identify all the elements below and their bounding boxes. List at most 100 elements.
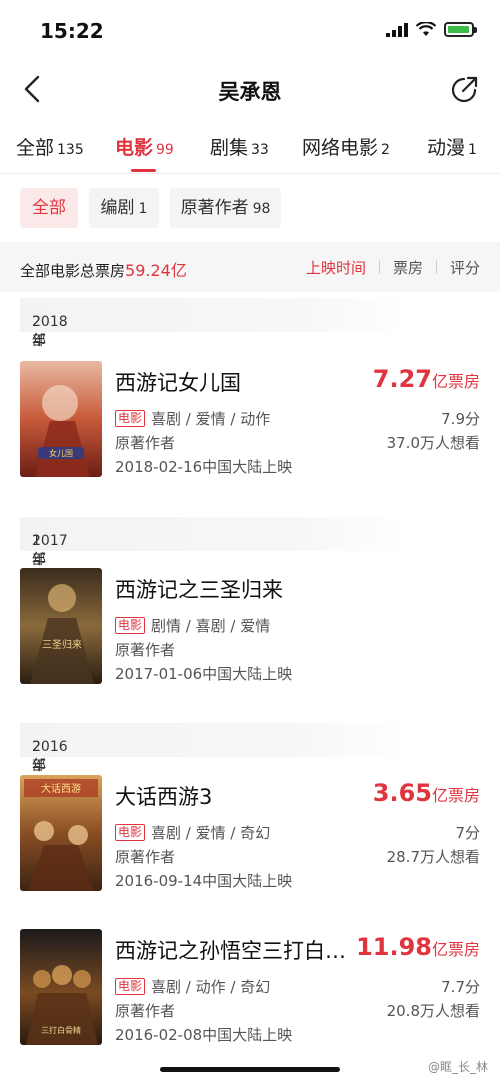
box-office-value: 7.27 (372, 365, 432, 393)
chip-count: 98 (252, 201, 271, 217)
year-count: 2部 (32, 739, 46, 774)
movie-release: 2018-02-16中国大陆上映 (115, 458, 293, 476)
tab-movies[interactable]: 电影 99 (115, 133, 174, 160)
role-filter-chips: 全部 编剧 1 原著作者 98 (0, 188, 500, 228)
movie-title: 大话西游3 (115, 785, 213, 809)
box-office: 7.27亿票房 (373, 365, 480, 393)
chip-label: 全部 (32, 198, 66, 218)
movie-poster: 三圣归来 (20, 568, 102, 684)
summary-total: 59.24亿 (125, 261, 187, 280)
movie-title: 西游记之孙悟空三打白… (115, 939, 346, 963)
sort-by-box-office[interactable]: 票房 (393, 257, 423, 278)
movie-role: 原著作者 (115, 848, 176, 866)
movie-role: 原著作者 (115, 1002, 176, 1020)
movie-poster: 女儿国 (20, 361, 102, 477)
tab-count: 33 (251, 142, 269, 158)
tab-label: 网络电影 (302, 137, 379, 159)
movie-wants: 28.7万人想看 (386, 848, 480, 866)
movie-wants: 37.0万人想看 (386, 434, 480, 452)
tab-series[interactable]: 剧集 33 (210, 133, 269, 160)
tab-web-movies[interactable]: 网络电影 2 (302, 133, 390, 160)
movie-rating: 7.7分 (441, 978, 480, 996)
status-time: 15:22 (40, 19, 104, 43)
film-badge: 电影 (115, 824, 146, 841)
year-count: 2部 (32, 314, 46, 349)
sort-divider (436, 260, 437, 274)
film-badge: 电影 (115, 410, 146, 427)
movie-role: 原著作者 (115, 434, 176, 452)
nav-bar: 吴承恩 (0, 62, 500, 118)
movie-poster: 三打白骨精 (20, 929, 102, 1045)
category-tabs: 全部 135 电影 99 剧集 33 网络电影 2 动漫 1 (0, 118, 500, 174)
tag-line: 电影 喜剧 / 爱情 / 奇幻 (115, 822, 270, 843)
tab-label: 动漫 (427, 137, 466, 159)
year-header-2018: 2018年 2部 (20, 298, 410, 349)
year-count: 1部 (32, 533, 46, 568)
movie-poster: 大话西游 (20, 775, 102, 891)
status-icons (386, 22, 477, 37)
tag-line: 电影 喜剧 / 爱情 / 动作 (115, 408, 270, 429)
tab-count: 99 (156, 142, 174, 158)
movie-role: 原著作者 (115, 641, 176, 659)
tab-count: 1 (468, 142, 477, 158)
movie-genres: 喜剧 / 爱情 / 奇幻 (151, 824, 271, 842)
tab-label: 剧集 (210, 137, 249, 159)
movie-wants: 20.8万人想看 (386, 1002, 480, 1020)
wifi-icon (416, 22, 436, 36)
share-icon[interactable] (450, 74, 480, 104)
page-title: 吴承恩 (218, 80, 282, 104)
box-office-unit: 亿票房 (431, 940, 480, 959)
chip-all[interactable]: 全部 (20, 188, 78, 228)
sort-by-release-date[interactable]: 上映时间 (306, 257, 366, 278)
sort-divider (379, 260, 380, 274)
movie-rating: 7分 (455, 824, 480, 842)
box-office: 11.98亿票房 (356, 933, 480, 961)
box-office-summary: 全部电影总票房59.24亿 上映时间 票房 评分 (0, 242, 500, 292)
box-office-value: 11.98 (356, 933, 432, 961)
tab-label: 全部 (16, 137, 55, 159)
active-tab-indicator (131, 169, 156, 172)
chip-label: 编剧 (100, 198, 135, 218)
movie-item[interactable]: 大话西游 大话西游3 3.65亿票房 电影 喜剧 / 爱情 / 奇幻 原著作者 2… (0, 775, 500, 893)
poster-text: 三打白骨精 (41, 1025, 81, 1035)
film-badge: 电影 (115, 617, 146, 634)
chip-label: 原著作者 (180, 198, 249, 218)
tab-count: 2 (381, 142, 390, 158)
chip-original-author[interactable]: 原著作者 98 (170, 188, 281, 228)
box-office-unit: 亿票房 (431, 372, 480, 391)
tab-label: 电影 (115, 137, 154, 159)
movie-item[interactable]: 三圣归来 西游记之三圣归来 电影 剧情 / 喜剧 / 爱情 原著作者 2017-0… (0, 568, 500, 686)
box-office-unit: 亿票房 (431, 786, 480, 805)
summary-label: 全部电影总票房 (20, 262, 126, 280)
sort-by-rating[interactable]: 评分 (450, 257, 480, 278)
box-office-value: 3.65 (372, 779, 432, 807)
movie-genres: 喜剧 / 动作 / 奇幻 (151, 978, 271, 996)
movie-genres: 喜剧 / 爱情 / 动作 (151, 410, 271, 428)
chip-count: 1 (138, 201, 148, 217)
tab-anime[interactable]: 动漫 1 (427, 133, 477, 160)
movie-title: 西游记女儿国 (115, 371, 241, 395)
tab-all[interactable]: 全部 135 (16, 133, 84, 160)
poster-text: 大话西游 (41, 782, 81, 795)
poster-text: 三圣归来 (42, 638, 82, 651)
status-bar: 15:22 (0, 0, 500, 62)
movie-release: 2017-01-06中国大陆上映 (115, 665, 293, 683)
movie-item[interactable]: 三打白骨精 西游记之孙悟空三打白… 11.98亿票房 电影 喜剧 / 动作 / 奇… (0, 929, 500, 1047)
poster-text: 女儿国 (49, 448, 73, 458)
tab-count: 135 (57, 142, 84, 158)
box-office: 3.65亿票房 (373, 779, 480, 807)
film-badge: 电影 (115, 978, 146, 995)
tag-line: 电影 剧情 / 喜剧 / 爱情 (115, 615, 270, 636)
movie-title: 西游记之三圣归来 (115, 578, 283, 602)
movie-genres: 剧情 / 喜剧 / 爱情 (151, 617, 271, 635)
cellular-signal-icon (386, 22, 408, 37)
movie-rating: 7.9分 (441, 410, 480, 428)
movie-release: 2016-09-14中国大陆上映 (115, 872, 293, 890)
home-indicator[interactable] (160, 1067, 340, 1072)
movie-release: 2016-02-08中国大陆上映 (115, 1026, 293, 1044)
year-header-2016: 2016年 2部 (20, 723, 410, 774)
chip-screenwriter[interactable]: 编剧 1 (89, 188, 159, 228)
year-header-2017: 2017年 1部 (20, 517, 410, 568)
movie-item[interactable]: 女儿国 西游记女儿国 7.27亿票房 电影 喜剧 / 爱情 / 动作 原著作者 2… (0, 361, 500, 479)
tag-line: 电影 喜剧 / 动作 / 奇幻 (115, 976, 270, 997)
